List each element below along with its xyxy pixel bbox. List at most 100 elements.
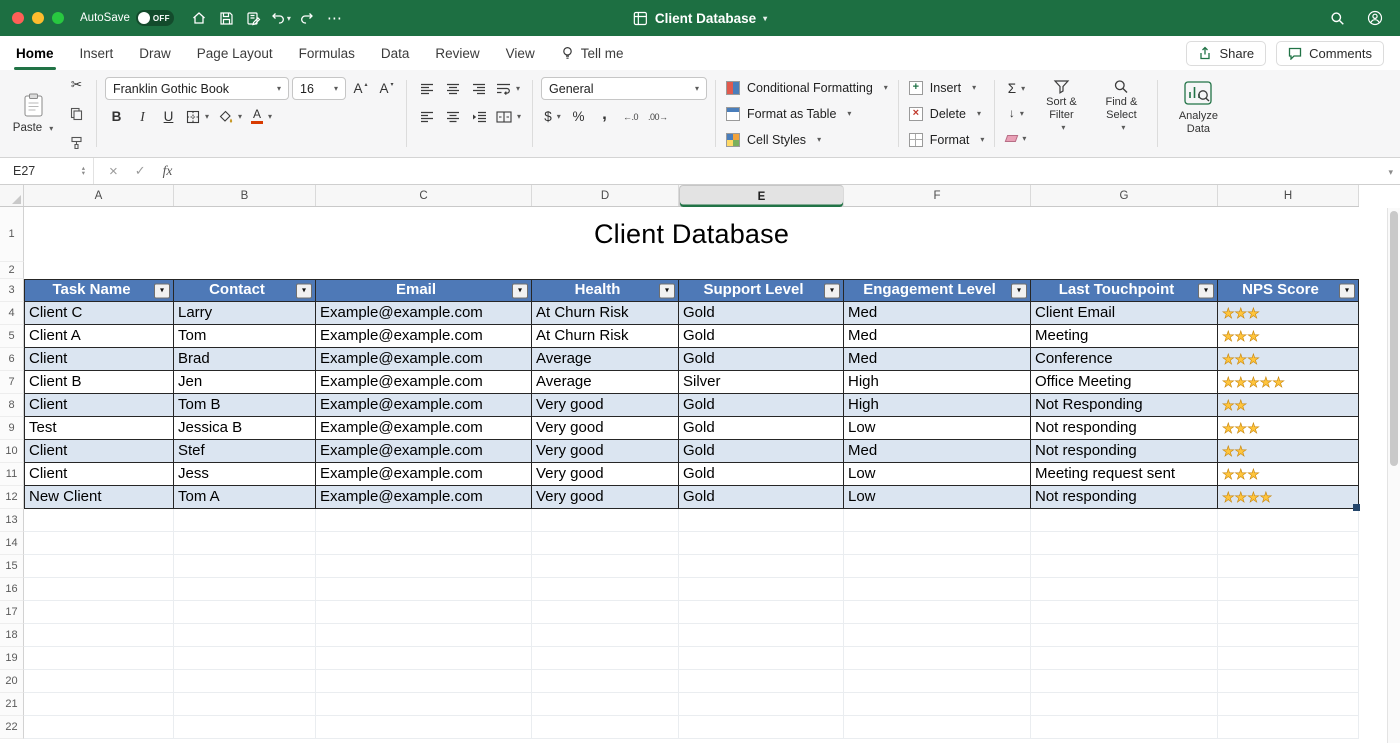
copy-button[interactable] xyxy=(65,102,88,125)
analyze-data-button[interactable]: Analyze Data xyxy=(1166,77,1230,150)
align-bottom-button[interactable] xyxy=(467,77,490,100)
cell-G6[interactable]: Conference xyxy=(1031,348,1218,371)
tell-me-control[interactable]: Tell me xyxy=(561,46,624,61)
vertical-scrollbar[interactable] xyxy=(1387,208,1400,743)
enter-icon[interactable]: ✓ xyxy=(135,163,146,179)
cell-D5[interactable]: At Churn Risk xyxy=(532,325,679,348)
cell-B8[interactable]: Tom B xyxy=(174,394,316,417)
filter-dropdown-button[interactable]: ▾ xyxy=(1339,283,1355,298)
cell-A17[interactable] xyxy=(24,601,174,624)
cell-H18[interactable] xyxy=(1218,624,1359,647)
cell-G8[interactable]: Not Responding xyxy=(1031,394,1218,417)
table-resize-handle[interactable] xyxy=(1353,504,1360,511)
row-header-8[interactable]: 8 xyxy=(0,394,24,417)
cell-F13[interactable] xyxy=(844,509,1031,532)
currency-format-button[interactable]: $▾ xyxy=(541,105,564,128)
cell-B9[interactable]: Jessica B xyxy=(174,417,316,440)
cell-A16[interactable] xyxy=(24,578,174,601)
cell-B4[interactable]: Larry xyxy=(174,302,316,325)
cell-D16[interactable] xyxy=(532,578,679,601)
cell-B18[interactable] xyxy=(174,624,316,647)
cell-C18[interactable] xyxy=(316,624,532,647)
row-header-4[interactable]: 4 xyxy=(0,302,24,325)
delete-cells-button[interactable]: ×Delete▾ xyxy=(907,103,987,124)
increase-decimal-button[interactable]: ←.0 xyxy=(619,105,642,128)
cell-B7[interactable]: Jen xyxy=(174,371,316,394)
cancel-icon[interactable]: × xyxy=(109,163,118,180)
cell-A5[interactable]: Client A xyxy=(24,325,174,348)
row-header-22[interactable]: 22 xyxy=(0,716,24,739)
row-header-5[interactable]: 5 xyxy=(0,325,24,348)
row-header-12[interactable]: 12 xyxy=(0,486,24,509)
cell-B19[interactable] xyxy=(174,647,316,670)
cell-D12[interactable]: Very good xyxy=(532,486,679,509)
cell-H16[interactable] xyxy=(1218,578,1359,601)
cell-D13[interactable] xyxy=(532,509,679,532)
filter-dropdown-button[interactable]: ▾ xyxy=(1198,283,1214,298)
cell-C21[interactable] xyxy=(316,693,532,716)
filter-dropdown-button[interactable]: ▾ xyxy=(824,283,840,298)
shrink-font-button[interactable]: A▾ xyxy=(375,77,398,100)
cell-F8[interactable]: High xyxy=(844,394,1031,417)
fill-button[interactable]: ↓▾ xyxy=(1003,102,1029,124)
sort-filter-button[interactable]: Sort & Filter ▾ xyxy=(1033,77,1089,150)
row-header-1[interactable]: 1 xyxy=(0,207,24,262)
cell-B22[interactable] xyxy=(174,716,316,739)
table-header-A3[interactable]: Task Name▾ xyxy=(24,279,174,302)
cell-E13[interactable] xyxy=(679,509,844,532)
autosum-button[interactable]: Σ▾ xyxy=(1003,77,1029,99)
cell-H14[interactable] xyxy=(1218,532,1359,555)
cell-styles-button[interactable]: Cell Styles▾ xyxy=(724,129,890,150)
indent-button[interactable] xyxy=(467,105,490,128)
filter-dropdown-button[interactable]: ▾ xyxy=(512,283,528,298)
conditional-formatting-button[interactable]: Conditional Formatting▾ xyxy=(724,77,890,98)
cell-D9[interactable]: Very good xyxy=(532,417,679,440)
row-header-6[interactable]: 6 xyxy=(0,348,24,371)
cell-A12[interactable]: New Client xyxy=(24,486,174,509)
cell-G4[interactable]: Client Email xyxy=(1031,302,1218,325)
cell-B20[interactable] xyxy=(174,670,316,693)
grow-font-button[interactable]: A▴ xyxy=(349,77,372,100)
cell-A7[interactable]: Client B xyxy=(24,371,174,394)
cell-A19[interactable] xyxy=(24,647,174,670)
bold-button[interactable]: B xyxy=(105,105,128,128)
row-header-20[interactable]: 20 xyxy=(0,670,24,693)
font-name-select[interactable]: Franklin Gothic Book▾ xyxy=(105,77,289,100)
cell-F11[interactable]: Low xyxy=(844,463,1031,486)
cell-H6[interactable]: ★★★ xyxy=(1218,348,1359,371)
cell-B5[interactable]: Tom xyxy=(174,325,316,348)
cell-D22[interactable] xyxy=(532,716,679,739)
cell-G10[interactable]: Not responding xyxy=(1031,440,1218,463)
cell-E7[interactable]: Silver xyxy=(679,371,844,394)
cell-F20[interactable] xyxy=(844,670,1031,693)
number-format-select[interactable]: General▾ xyxy=(541,77,707,100)
cell-A15[interactable] xyxy=(24,555,174,578)
cell-G7[interactable]: Office Meeting xyxy=(1031,371,1218,394)
cell-D18[interactable] xyxy=(532,624,679,647)
cell-D7[interactable]: Average xyxy=(532,371,679,394)
cell-G11[interactable]: Meeting request sent xyxy=(1031,463,1218,486)
cell-A21[interactable] xyxy=(24,693,174,716)
cell-B6[interactable]: Brad xyxy=(174,348,316,371)
cell-D11[interactable]: Very good xyxy=(532,463,679,486)
cell-C19[interactable] xyxy=(316,647,532,670)
cell-B10[interactable]: Stef xyxy=(174,440,316,463)
cell-C9[interactable]: Example@example.com xyxy=(316,417,532,440)
home-button[interactable] xyxy=(186,6,213,30)
name-box[interactable]: E27 ▴▾ xyxy=(0,158,94,184)
cell-C11[interactable]: Example@example.com xyxy=(316,463,532,486)
column-header-E[interactable]: E xyxy=(679,185,844,208)
cell-C7[interactable]: Example@example.com xyxy=(316,371,532,394)
cell-E22[interactable] xyxy=(679,716,844,739)
cell-F7[interactable]: High xyxy=(844,371,1031,394)
cell-C4[interactable]: Example@example.com xyxy=(316,302,532,325)
cell-C22[interactable] xyxy=(316,716,532,739)
cell-C12[interactable]: Example@example.com xyxy=(316,486,532,509)
autosave-toggle[interactable]: OFF xyxy=(136,10,174,26)
cell-E8[interactable]: Gold xyxy=(679,394,844,417)
autosave-control[interactable]: AutoSave OFF xyxy=(80,10,174,26)
column-header-F[interactable]: F xyxy=(844,185,1031,206)
wrap-text-button[interactable]: ▾ xyxy=(493,77,523,100)
tab-formulas[interactable]: Formulas xyxy=(299,36,355,70)
cell-D8[interactable]: Very good xyxy=(532,394,679,417)
